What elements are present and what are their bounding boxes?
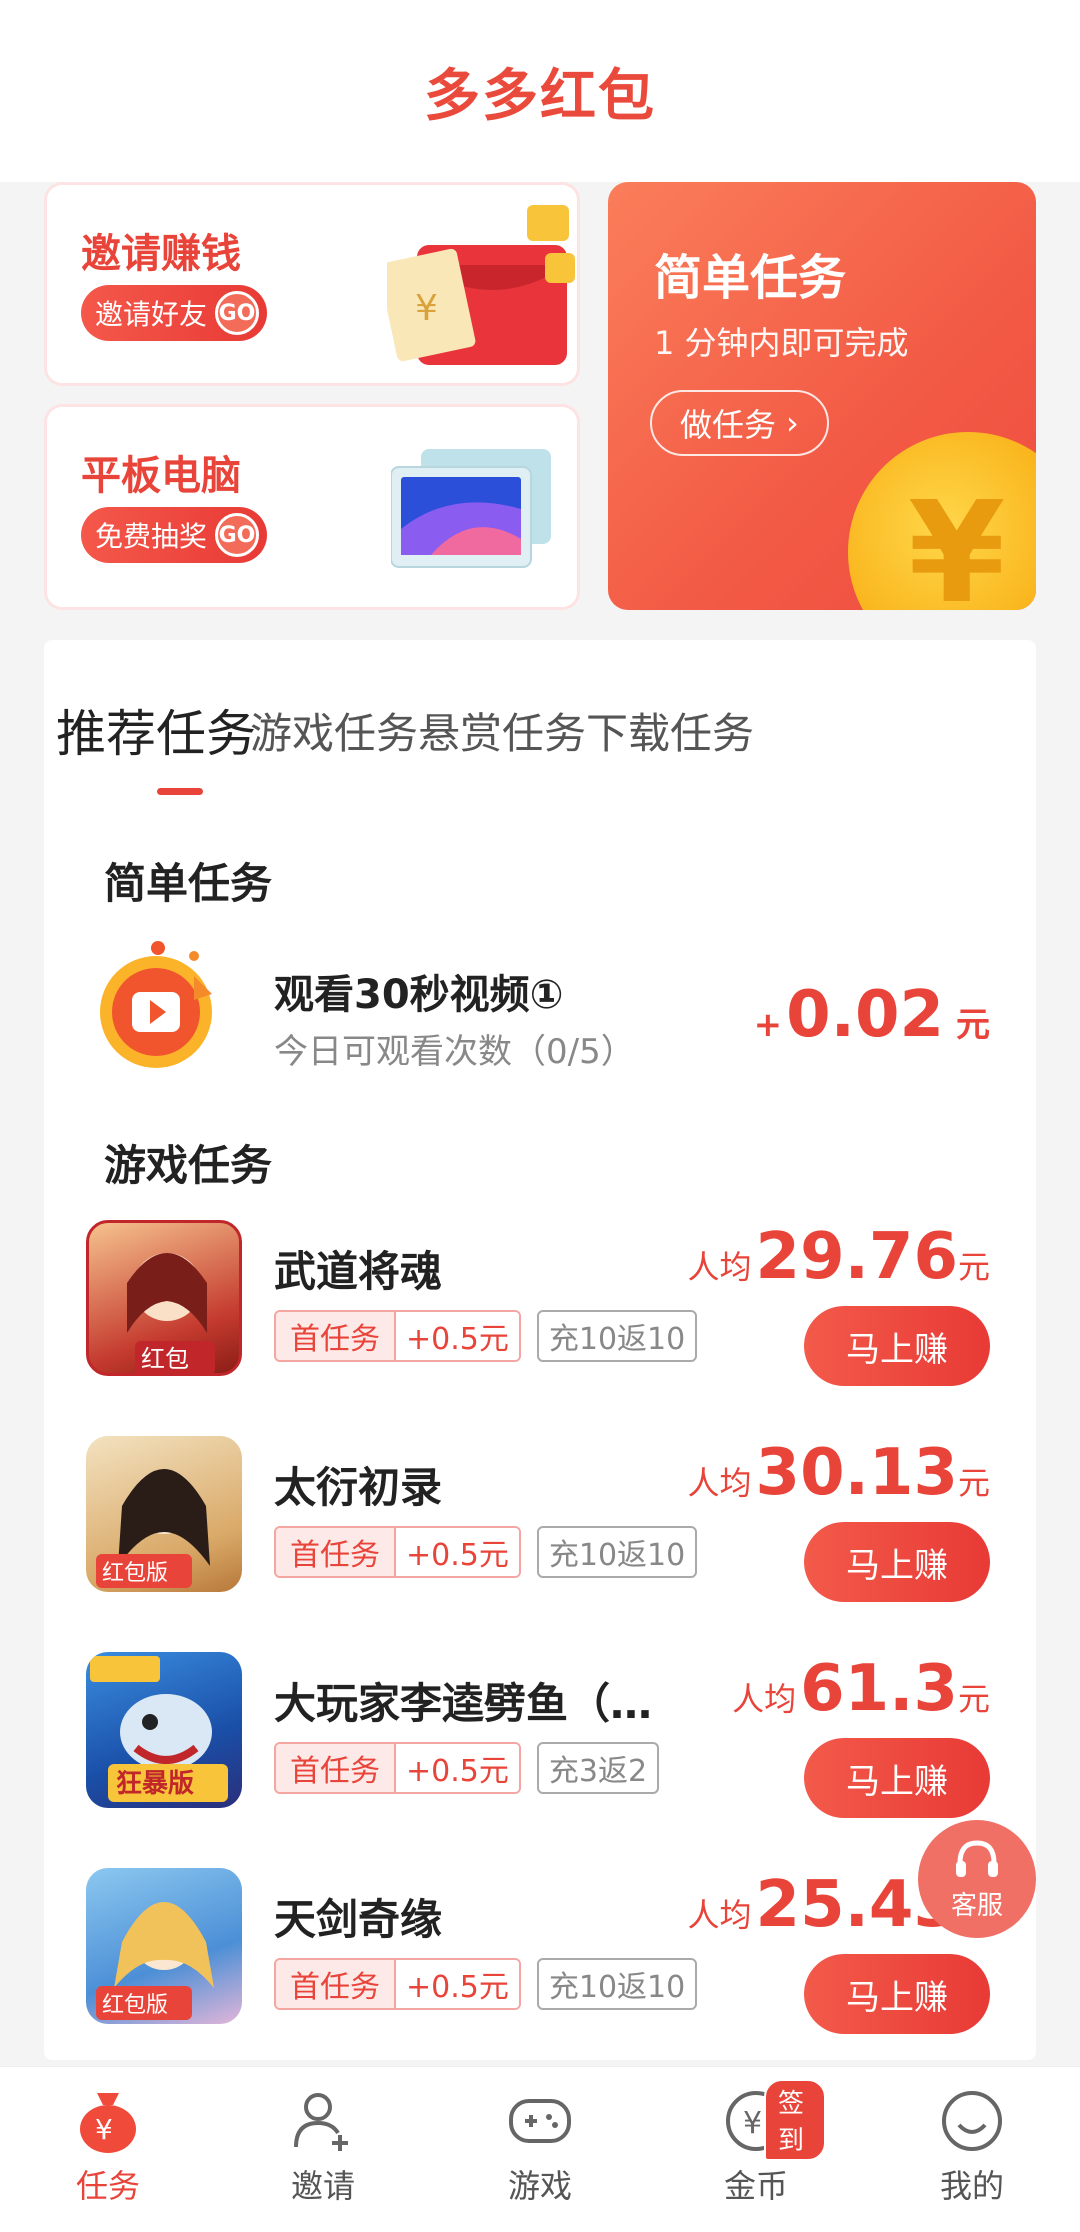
- customer-service-label: 客服: [950, 1890, 1003, 1921]
- game-row[interactable]: 红包版 太衍初录 首任务 +0.5元 充10返10 人均 30.13 元 马上赚: [44, 1436, 1036, 1616]
- app-header: 多多红包: [0, 0, 1080, 182]
- game-tags: 首任务 +0.5元 充10返10: [274, 1958, 698, 2010]
- video-play-icon: [100, 941, 212, 1068]
- earn-now-button[interactable]: 马上赚: [804, 1738, 990, 1818]
- rebate-tag: 充3返2: [536, 1742, 660, 1794]
- bonus-tag: +0.5元: [396, 1312, 519, 1360]
- video-task-name[interactable]: 观看30秒视频①: [274, 962, 564, 1020]
- invite-friends-button[interactable]: 邀请好友 GO: [81, 285, 268, 341]
- average-earning: 人均 61.3 元: [732, 1652, 990, 1726]
- money-bag-icon: ¥: [80, 2093, 136, 2153]
- game-row[interactable]: 红包版 天剑奇缘 首任务+0.5元 充10返10 人均 25.43 元 马上赚: [44, 1868, 1036, 2048]
- svg-text:¥: ¥: [415, 288, 438, 329]
- gold-coin-icon: ¥: [848, 432, 1036, 610]
- average-earning: 人均 30.13 元: [687, 1436, 990, 1510]
- rebate-tag: 充10返10: [536, 1958, 698, 2010]
- game-taiyan-icon: 红包版: [86, 1436, 242, 1592]
- game-name: 大玩家李逵劈鱼（…: [274, 1679, 653, 1728]
- average-earning: 人均 29.76 元: [687, 1220, 990, 1294]
- invite-friends-label: 邀请好友: [95, 298, 208, 331]
- page-title: 多多红包: [424, 63, 656, 129]
- game-tags: 首任务 +0.5元 充10返10: [274, 1310, 698, 1362]
- customer-service-button[interactable]: 客服: [918, 1820, 1036, 1938]
- game-name: 太衍初录: [274, 1463, 443, 1512]
- gamepad-icon: [509, 2099, 571, 2143]
- game-row[interactable]: 狂暴版 大玩家李逵劈鱼（… 首任务 +0.5元 充3返2 人均 61.3 元 马上…: [44, 1652, 1036, 1832]
- sign-in-badge: 签到: [764, 2079, 826, 2161]
- simple-task-card-subtitle: 1 分钟内即可完成: [654, 324, 909, 362]
- bottom-nav: ¥ 任务 邀请 游戏 ¥ 金币 签到 我的: [0, 2066, 1080, 2232]
- first-task-tag: 首任务: [276, 1960, 396, 2008]
- earn-now-button[interactable]: 马上赚: [804, 1522, 990, 1602]
- svg-text:¥: ¥: [743, 2106, 762, 2141]
- do-task-button[interactable]: 做任务 ›: [650, 390, 829, 456]
- nav-games[interactable]: 游戏: [470, 2085, 610, 2207]
- nav-tasks[interactable]: ¥ 任务: [38, 2085, 178, 2207]
- go-icon: GO: [215, 513, 260, 557]
- tab-game[interactable]: 游戏任务: [250, 700, 418, 761]
- game-row[interactable]: 红包 武道将魂 首任务 +0.5元 充10返10 人均 29.76 元 马上赚: [44, 1220, 1036, 1400]
- game-tags: 首任务 +0.5元 充3返2: [274, 1742, 660, 1794]
- first-task-tag: 首任务: [276, 1528, 396, 1576]
- first-task-tag: 首任务: [276, 1744, 396, 1792]
- earn-now-button[interactable]: 马上赚: [804, 1306, 990, 1386]
- tab-recommended[interactable]: 推荐任务: [56, 694, 256, 766]
- first-task-tag: 首任务: [276, 1312, 396, 1360]
- tab-download[interactable]: 下载任务: [586, 700, 754, 761]
- go-icon: GO: [215, 291, 260, 335]
- tab-bounty[interactable]: 悬赏任务: [418, 700, 586, 761]
- do-task-label: 做任务: [680, 406, 777, 444]
- smile-icon: [942, 2091, 1002, 2151]
- game-name: 武道将魂: [274, 1247, 443, 1296]
- active-tab-indicator: [157, 788, 203, 795]
- game-name: 天剑奇缘: [274, 1895, 443, 1944]
- nav-mine[interactable]: 我的: [902, 2085, 1042, 2207]
- free-lottery-label: 免费抽奖: [95, 520, 208, 553]
- game-wudao-icon: 红包: [86, 1220, 242, 1376]
- earn-now-button[interactable]: 马上赚: [804, 1954, 990, 2034]
- section-title-simple: 简单任务: [104, 859, 273, 908]
- simple-task-card-title: 简单任务: [654, 250, 847, 306]
- svg-text:红包版: 红包版: [102, 1993, 168, 2018]
- svg-text:¥: ¥: [95, 2113, 113, 2146]
- nav-invite[interactable]: 邀请: [253, 2085, 393, 2207]
- svg-text:狂暴版: 狂暴版: [116, 1769, 194, 1799]
- task-panel: 推荐任务 游戏任务 悬赏任务 下载任务 简单任务 观看30秒视频① 今日可观看次…: [44, 640, 1036, 2060]
- rebate-tag: 充10返10: [536, 1526, 698, 1578]
- svg-text:红包: 红包: [141, 1345, 189, 1373]
- red-envelope-icon: ¥: [387, 205, 575, 365]
- invite-card-title: 邀请赚钱: [81, 231, 241, 277]
- section-title-game: 游戏任务: [104, 1141, 273, 1190]
- game-likui-icon: 狂暴版: [86, 1652, 242, 1808]
- game-tianjian-icon: 红包版: [86, 1868, 242, 2024]
- svg-text:红包版: 红包版: [102, 1561, 168, 1586]
- add-user-icon: [294, 2093, 348, 2151]
- bonus-tag: +0.5元: [396, 1744, 519, 1792]
- task-tabs: 推荐任务 游戏任务 悬赏任务 下载任务: [44, 700, 1036, 780]
- tablet-card-title: 平板电脑: [81, 453, 241, 499]
- bonus-tag: +0.5元: [396, 1528, 519, 1576]
- tablet-icon: [391, 449, 551, 568]
- tablet-card[interactable]: 平板电脑 免费抽奖 GO: [44, 404, 580, 610]
- simple-task-card[interactable]: 简单任务 1 分钟内即可完成 做任务 › ¥: [608, 182, 1036, 610]
- nav-coins[interactable]: ¥ 金币 签到: [686, 2079, 826, 2207]
- invite-card[interactable]: 邀请赚钱 邀请好友 GO ¥: [44, 182, 580, 386]
- bonus-tag: +0.5元: [396, 1960, 519, 2008]
- chevron-right-icon: ›: [786, 404, 799, 442]
- free-lottery-button[interactable]: 免费抽奖 GO: [81, 507, 268, 563]
- game-tags: 首任务 +0.5元 充10返10: [274, 1526, 698, 1578]
- headset-icon: [956, 1839, 998, 1877]
- video-task-reward: + 0.02 元: [753, 978, 990, 1052]
- video-task-count: 今日可观看次数（0/5）: [274, 1032, 635, 1072]
- rebate-tag: 充10返10: [536, 1310, 698, 1362]
